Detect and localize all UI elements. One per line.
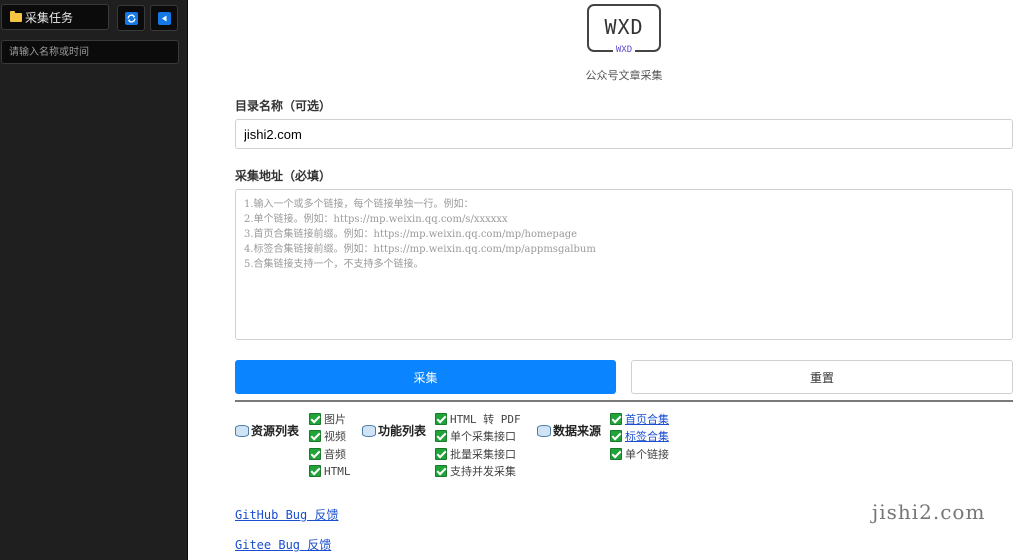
source-item-homepage[interactable]: 首页合集 — [610, 410, 669, 428]
resource-item-video: 视频 — [309, 428, 351, 446]
folder-icon — [10, 11, 22, 22]
resource-item-audio: 音频 — [309, 445, 351, 463]
resource-item-image: 图片 — [309, 410, 351, 428]
feature-item-single-api: 单个采集接口 — [435, 428, 521, 446]
github-feedback-link[interactable]: GitHub Bug 反馈 — [235, 506, 338, 523]
source-item-single: 单个链接 — [610, 445, 669, 463]
resource-item-label: 视频 — [324, 430, 346, 444]
logo-subtext-wrap: WXD — [589, 37, 659, 56]
feature-item-label: 单个采集接口 — [450, 430, 516, 444]
check-icon — [610, 447, 622, 460]
check-icon — [435, 430, 447, 443]
dir-name-input[interactable] — [235, 119, 1013, 149]
collect-tasks-label: 采集任务 — [25, 11, 74, 25]
resource-item-label: HTML — [324, 464, 351, 478]
sources-title: 数据来源 — [537, 422, 601, 439]
source-item-label: 单个链接 — [625, 447, 669, 461]
check-icon — [435, 465, 447, 478]
resources-title: 资源列表 — [235, 422, 299, 439]
check-icon — [309, 447, 321, 460]
url-textarea[interactable] — [235, 189, 1013, 340]
check-icon — [435, 447, 447, 460]
app-logo: WXD WXD — [587, 4, 661, 55]
collapse-sidebar-button[interactable] — [150, 5, 178, 31]
feature-item-label: 支持并发采集 — [450, 465, 516, 479]
features-title: 功能列表 — [362, 422, 426, 439]
database-icon — [537, 424, 551, 437]
source-homepage-link[interactable]: 首页合集 — [625, 411, 669, 427]
resources-title-text: 资源列表 — [251, 424, 300, 438]
dir-name-label: 目录名称（可选） — [235, 99, 332, 113]
collect-button[interactable]: 采集 — [235, 360, 616, 394]
app-caption: 公众号文章采集 — [585, 69, 663, 82]
features-list: HTML 转 PDF 单个采集接口 批量采集接口 支持并发采集 — [435, 410, 521, 480]
collect-tasks-button[interactable]: 采集任务 — [1, 4, 109, 30]
feature-item-label: HTML 转 PDF — [450, 412, 521, 426]
sidebar: 采集任务 — [0, 0, 188, 560]
gitee-feedback-link[interactable]: Gitee Bug 反馈 — [235, 536, 331, 553]
refresh-icon — [125, 12, 138, 25]
feature-item-concurrent: 支持并发采集 — [435, 463, 521, 481]
check-icon — [610, 430, 622, 443]
check-icon — [309, 430, 321, 443]
triangle-left-icon — [158, 12, 171, 25]
resources-list: 图片 视频 音频 HTML — [309, 410, 351, 480]
watermark: jishi2.com — [872, 500, 986, 524]
feature-item-batch-api: 批量采集接口 — [435, 445, 521, 463]
database-icon — [362, 424, 376, 437]
database-icon — [235, 424, 249, 437]
feature-item-html-pdf: HTML 转 PDF — [435, 410, 521, 428]
sources-title-text: 数据来源 — [553, 424, 602, 438]
source-item-tag[interactable]: 标签合集 — [610, 428, 669, 446]
check-icon — [309, 465, 321, 478]
source-tag-link[interactable]: 标签合集 — [625, 428, 669, 444]
logo-subtext: WXD — [612, 45, 636, 55]
resource-item-html: HTML — [309, 463, 351, 481]
logo-text: WXD — [604, 15, 644, 39]
feature-item-label: 批量采集接口 — [450, 447, 516, 461]
url-label: 采集地址（必填） — [235, 169, 332, 183]
resource-item-label: 图片 — [324, 412, 346, 426]
divider — [235, 400, 1013, 402]
check-icon — [435, 412, 447, 425]
reset-button[interactable]: 重置 — [631, 360, 1013, 394]
features-title-text: 功能列表 — [378, 424, 427, 438]
sidebar-search-input[interactable] — [1, 40, 179, 64]
sources-list: 首页合集 标签合集 单个链接 — [610, 410, 669, 463]
check-icon — [610, 412, 622, 425]
resource-item-label: 音频 — [324, 447, 346, 461]
check-icon — [309, 412, 321, 425]
refresh-button[interactable] — [117, 5, 145, 31]
